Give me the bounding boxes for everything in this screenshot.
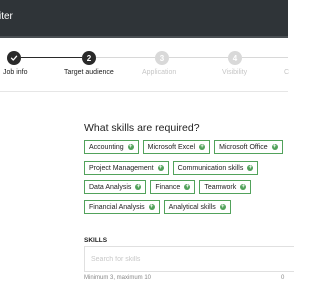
chip-row: Project Management + Communication skill… <box>84 161 259 175</box>
skills-field-label: SKILLS <box>84 237 108 244</box>
chip-label: Project Management <box>89 164 154 172</box>
step-5-label[interactable]: C <box>284 69 289 76</box>
skills-search-box <box>84 246 294 272</box>
step-connector <box>21 57 82 58</box>
top-bar: iter <box>0 0 288 38</box>
chip-label: Accounting <box>89 143 124 151</box>
step-1-indicator[interactable] <box>7 51 21 65</box>
chip-row: Accounting + Microsoft Excel + Microsoft… <box>84 140 283 154</box>
plus-circle-icon: + <box>148 204 155 210</box>
step-4-indicator[interactable]: 4 <box>228 51 242 65</box>
skills-hint: Minimum 3, maximum 10 <box>84 275 152 281</box>
plus-circle-icon: + <box>127 144 134 150</box>
skill-chip-microsoft-office[interactable]: Microsoft Office + <box>214 140 283 154</box>
skill-chip-data-analysis[interactable]: Data Analysis + <box>84 180 147 194</box>
chip-label: Financial Analysis <box>89 203 145 211</box>
skill-chip-analytical-skills[interactable]: Analytical skills + <box>163 200 231 214</box>
chip-label: Analytical skills <box>168 203 216 211</box>
chip-label: Communication skills <box>177 164 244 172</box>
skill-chip-teamwork[interactable]: Teamwork + <box>199 180 252 194</box>
skill-chip-financial-analysis[interactable]: Financial Analysis + <box>84 200 160 214</box>
skill-chip-microsoft-excel[interactable]: Microsoft Excel + <box>142 140 211 154</box>
step-2-indicator[interactable]: 2 <box>82 51 96 65</box>
step-connector <box>242 57 288 58</box>
step-3-indicator[interactable]: 3 <box>155 51 169 65</box>
step-1-label[interactable]: Job info <box>3 69 28 76</box>
plus-circle-icon: + <box>157 165 164 171</box>
skill-chip-communication-skills[interactable]: Communication skills + <box>172 161 259 175</box>
chip-label: Teamwork <box>204 183 237 191</box>
step-connector <box>169 57 228 58</box>
chip-row: Financial Analysis + Analytical skills + <box>84 200 231 214</box>
chip-row: Data Analysis + Finance + Teamwork + <box>84 180 252 194</box>
step-3-label[interactable]: Application <box>142 69 176 76</box>
stepper-divider <box>0 91 288 92</box>
plus-circle-icon: + <box>219 204 226 210</box>
plus-circle-icon: + <box>199 144 206 150</box>
plus-circle-icon: + <box>240 184 247 190</box>
plus-circle-icon: + <box>184 184 191 190</box>
skill-chip-finance[interactable]: Finance + <box>150 180 196 194</box>
check-icon <box>10 55 18 61</box>
chip-label: Data Analysis <box>89 183 132 191</box>
plus-circle-icon: + <box>271 144 278 150</box>
progress-stepper <box>0 38 288 90</box>
skill-chip-accounting[interactable]: Accounting + <box>84 140 139 154</box>
skill-chip-project-management[interactable]: Project Management + <box>84 161 169 175</box>
app-title: iter <box>0 11 13 22</box>
skills-counter: 0 <box>281 275 285 281</box>
skills-question: What skills are required? <box>84 122 200 134</box>
step-connector <box>96 57 155 58</box>
step-4-label[interactable]: Visibility <box>222 69 247 76</box>
skills-search-input[interactable] <box>85 247 294 271</box>
chip-label: Microsoft Office <box>219 143 268 151</box>
chip-label: Finance <box>155 183 181 191</box>
chip-label: Microsoft Excel <box>147 143 196 151</box>
plus-circle-icon: + <box>247 165 254 171</box>
step-2-label[interactable]: Target audience <box>64 69 114 76</box>
plus-circle-icon: + <box>135 184 142 190</box>
